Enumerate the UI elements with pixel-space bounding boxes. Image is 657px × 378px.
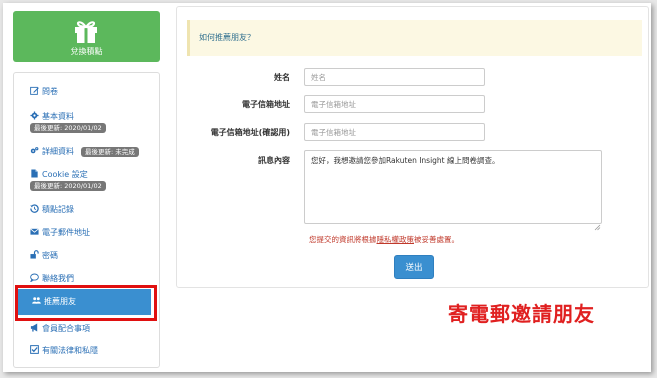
name-label: 姓名 bbox=[274, 73, 290, 82]
sidebar-item-label: 電子郵件地址 bbox=[42, 228, 90, 237]
privacy-note: 您提交的資訊將根據隱私權政策被妥善處置。 bbox=[309, 234, 459, 245]
sidebar-item-refer-friend[interactable]: 推薦朋友 bbox=[18, 289, 151, 315]
sidebar-item-label: 會員配合事項 bbox=[42, 324, 90, 333]
sidebar-item-contact-us[interactable]: 聯絡我們 bbox=[30, 273, 74, 284]
banner-title: 如何推薦朋友？ bbox=[199, 33, 255, 42]
sidebar-item-label: Cookie 設定 bbox=[42, 170, 88, 179]
sidebar-item-detailed-info[interactable]: 詳細資料 bbox=[30, 146, 74, 157]
privacy-note-text: 您提交的資訊將根據 bbox=[309, 235, 377, 244]
refer-friend-panel: 如何推薦朋友？ 姓名 電子信箱地址 電子信箱地址(確認用) 訊息內容 您好，我想… bbox=[176, 6, 649, 288]
check-square-icon bbox=[30, 345, 39, 354]
sidebar-item-password[interactable]: 密碼 bbox=[30, 250, 58, 261]
sidebar-item-email-address[interactable]: 電子郵件地址 bbox=[30, 227, 90, 238]
file-icon bbox=[30, 169, 39, 178]
sidebar-item-cookie-settings[interactable]: Cookie 設定 bbox=[30, 169, 88, 180]
sidebar-item-label: 詳細資料 bbox=[42, 147, 74, 156]
gear-icon bbox=[30, 111, 39, 120]
email-label: 電子信箱地址 bbox=[242, 100, 290, 109]
privacy-note-text: 被妥善處置。 bbox=[414, 235, 459, 244]
name-field[interactable] bbox=[304, 68, 485, 86]
email-confirm-label: 電子信箱地址(確認用) bbox=[210, 128, 290, 137]
gears-icon bbox=[30, 146, 39, 155]
sidebar-item-survey[interactable]: 問卷 bbox=[30, 86, 58, 97]
redeem-points-label: 兌換積點 bbox=[70, 47, 103, 56]
envelope-icon bbox=[30, 227, 39, 236]
unlock-icon bbox=[30, 250, 39, 259]
last-updated-badge: 最後更新: 未完成 bbox=[81, 147, 139, 157]
sidebar-menu: 問卷 基本資料 最後更新: 2020/01/02 詳細資料 最後更新: 未完成 … bbox=[13, 72, 160, 368]
page-frame: 兌換積點 問卷 基本資料 最後更新: 2020/01/02 詳細資料 最後更新:… bbox=[3, 3, 651, 372]
sidebar-item-member-notes[interactable]: 會員配合事項 bbox=[30, 323, 90, 334]
sidebar-item-label: 有關法律和私隱 bbox=[42, 346, 98, 355]
sidebar-item-label: 積點記錄 bbox=[42, 205, 74, 214]
email-confirm-field[interactable] bbox=[304, 123, 485, 141]
redeem-points-button[interactable]: 兌換積點 bbox=[13, 11, 160, 62]
last-updated-badge: 最後更新: 2020/01/02 bbox=[30, 123, 106, 133]
bullhorn-icon bbox=[30, 323, 39, 332]
message-label: 訊息內容 bbox=[258, 156, 290, 165]
sidebar-item-label: 密碼 bbox=[42, 251, 58, 260]
info-banner: 如何推薦朋友？ bbox=[187, 20, 642, 56]
message-textarea[interactable]: 您好，我想邀請您參加Rakuten Insight 線上問卷調查。 bbox=[304, 150, 602, 224]
history-icon bbox=[30, 204, 39, 213]
privacy-policy-link[interactable]: 隱私權政策 bbox=[377, 235, 415, 244]
sidebar-item-label: 問卷 bbox=[42, 87, 58, 96]
sidebar-item-legal-privacy[interactable]: 有關法律和私隱 bbox=[30, 345, 98, 356]
edit-icon bbox=[30, 86, 39, 95]
sidebar-item-label: 推薦朋友 bbox=[44, 297, 76, 306]
annotation-caption: 寄電郵邀請朋友 bbox=[448, 302, 595, 326]
send-button[interactable]: 送出 bbox=[394, 255, 434, 279]
users-icon bbox=[32, 296, 41, 305]
sidebar-item-basic-info[interactable]: 基本資料 bbox=[30, 111, 74, 122]
gift-icon bbox=[72, 16, 100, 44]
comment-icon bbox=[30, 273, 39, 282]
sidebar-item-points-history[interactable]: 積點記錄 bbox=[30, 204, 74, 215]
sidebar-item-label: 基本資料 bbox=[42, 112, 74, 121]
email-field[interactable] bbox=[304, 95, 485, 113]
last-updated-badge: 最後更新: 2020/01/02 bbox=[30, 181, 106, 191]
resize-grip-icon[interactable] bbox=[594, 216, 601, 231]
sidebar-item-label: 聯絡我們 bbox=[42, 274, 74, 283]
